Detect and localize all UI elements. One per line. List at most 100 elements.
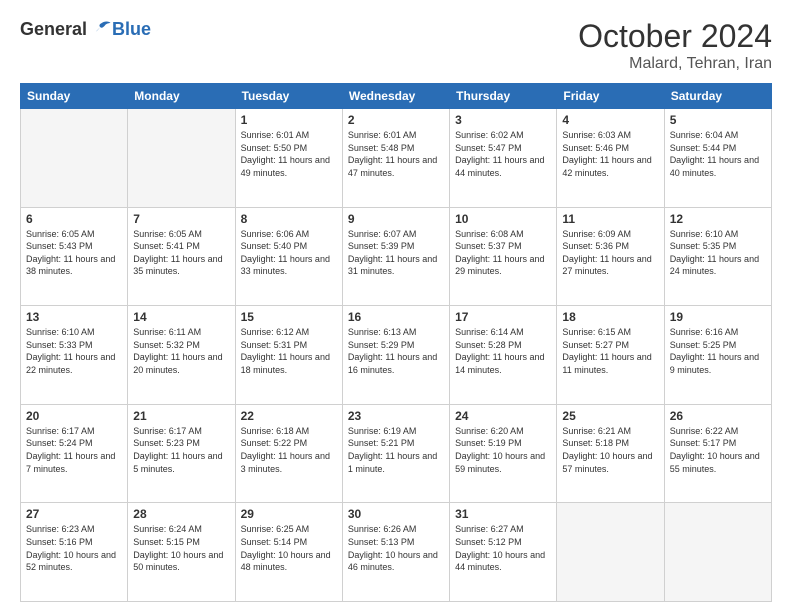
- day-info: Sunrise: 6:15 AMSunset: 5:27 PMDaylight:…: [562, 326, 658, 376]
- calendar-cell: [664, 503, 771, 602]
- day-number: 1: [241, 113, 337, 127]
- weekday-header-friday: Friday: [557, 84, 664, 109]
- calendar-cell: 19 Sunrise: 6:16 AMSunset: 5:25 PMDayligh…: [664, 306, 771, 405]
- calendar-cell: 8Sunrise: 6:06 AMSunset: 5:40 PMDaylight…: [235, 207, 342, 306]
- day-info: Sunrise: 6:02 AMSunset: 5:47 PMDaylight:…: [455, 129, 551, 179]
- calendar: SundayMondayTuesdayWednesdayThursdayFrid…: [20, 83, 772, 602]
- day-info: Sunrise: 6:10 AMSunset: 5:33 PMDaylight:…: [26, 326, 122, 376]
- location-title: Malard, Tehran, Iran: [578, 55, 772, 73]
- day-info: Sunrise: 6:21 AMSunset: 5:18 PMDaylight:…: [562, 425, 658, 475]
- day-info: Sunrise: 6:13 AMSunset: 5:29 PMDaylight:…: [348, 326, 444, 376]
- day-info: Sunrise: 6:06 AMSunset: 5:40 PMDaylight:…: [241, 228, 337, 278]
- calendar-cell: 3 Sunrise: 6:02 AMSunset: 5:47 PMDaylight…: [450, 109, 557, 208]
- day-info: Sunrise: 6:20 AMSunset: 5:19 PMDaylight:…: [455, 425, 551, 475]
- week-row-5: 27Sunrise: 6:23 AMSunset: 5:16 PMDayligh…: [21, 503, 772, 602]
- calendar-cell: 26 Sunrise: 6:22 AMSunset: 5:17 PMDayligh…: [664, 404, 771, 503]
- day-info: Sunrise: 6:18 AMSunset: 5:22 PMDaylight:…: [241, 425, 337, 475]
- calendar-cell: 23 Sunrise: 6:19 AMSunset: 5:21 PMDayligh…: [342, 404, 449, 503]
- day-info: Sunrise: 6:22 AMSunset: 5:17 PMDaylight:…: [670, 425, 766, 475]
- calendar-cell: 13Sunrise: 6:10 AMSunset: 5:33 PMDayligh…: [21, 306, 128, 405]
- day-number: 9: [348, 212, 444, 226]
- day-info: Sunrise: 6:05 AMSunset: 5:41 PMDaylight:…: [133, 228, 229, 278]
- day-number: 12: [670, 212, 766, 226]
- calendar-cell: [557, 503, 664, 602]
- week-row-1: 1 Sunrise: 6:01 AMSunset: 5:50 PMDaylight…: [21, 109, 772, 208]
- day-number: 30: [348, 507, 444, 521]
- day-info: Sunrise: 6:09 AMSunset: 5:36 PMDaylight:…: [562, 228, 658, 278]
- day-number: 2: [348, 113, 444, 127]
- day-info: Sunrise: 6:14 AMSunset: 5:28 PMDaylight:…: [455, 326, 551, 376]
- day-info: Sunrise: 6:16 AMSunset: 5:25 PMDaylight:…: [670, 326, 766, 376]
- calendar-cell: 5 Sunrise: 6:04 AMSunset: 5:44 PMDaylight…: [664, 109, 771, 208]
- day-number: 18: [562, 310, 658, 324]
- day-info: Sunrise: 6:01 AMSunset: 5:50 PMDaylight:…: [241, 129, 337, 179]
- day-number: 11: [562, 212, 658, 226]
- calendar-cell: 12 Sunrise: 6:10 AMSunset: 5:35 PMDayligh…: [664, 207, 771, 306]
- calendar-cell: 16 Sunrise: 6:13 AMSunset: 5:29 PMDayligh…: [342, 306, 449, 405]
- week-row-3: 13Sunrise: 6:10 AMSunset: 5:33 PMDayligh…: [21, 306, 772, 405]
- page: General Blue October 2024 Malard, Tehran…: [0, 0, 792, 612]
- day-info: Sunrise: 6:10 AMSunset: 5:35 PMDaylight:…: [670, 228, 766, 278]
- month-title: October 2024: [578, 18, 772, 55]
- calendar-cell: 29Sunrise: 6:25 AMSunset: 5:14 PMDayligh…: [235, 503, 342, 602]
- day-number: 4: [562, 113, 658, 127]
- calendar-cell: 25 Sunrise: 6:21 AMSunset: 5:18 PMDayligh…: [557, 404, 664, 503]
- calendar-cell: 31Sunrise: 6:27 AMSunset: 5:12 PMDayligh…: [450, 503, 557, 602]
- day-number: 28: [133, 507, 229, 521]
- logo-blue: Blue: [112, 19, 151, 40]
- calendar-cell: 6Sunrise: 6:05 AMSunset: 5:43 PMDaylight…: [21, 207, 128, 306]
- calendar-cell: 21Sunrise: 6:17 AMSunset: 5:23 PMDayligh…: [128, 404, 235, 503]
- logo-bird-icon: [90, 18, 112, 40]
- day-info: Sunrise: 6:07 AMSunset: 5:39 PMDaylight:…: [348, 228, 444, 278]
- day-number: 26: [670, 409, 766, 423]
- calendar-cell: 18 Sunrise: 6:15 AMSunset: 5:27 PMDayligh…: [557, 306, 664, 405]
- calendar-cell: 11 Sunrise: 6:09 AMSunset: 5:36 PMDayligh…: [557, 207, 664, 306]
- day-info: Sunrise: 6:08 AMSunset: 5:37 PMDaylight:…: [455, 228, 551, 278]
- day-info: Sunrise: 6:17 AMSunset: 5:24 PMDaylight:…: [26, 425, 122, 475]
- title-block: October 2024 Malard, Tehran, Iran: [578, 18, 772, 73]
- logo-text: General Blue: [20, 18, 151, 40]
- day-info: Sunrise: 6:12 AMSunset: 5:31 PMDaylight:…: [241, 326, 337, 376]
- day-number: 27: [26, 507, 122, 521]
- calendar-cell: 10 Sunrise: 6:08 AMSunset: 5:37 PMDayligh…: [450, 207, 557, 306]
- day-number: 29: [241, 507, 337, 521]
- calendar-cell: 4Sunrise: 6:03 AMSunset: 5:46 PMDaylight…: [557, 109, 664, 208]
- calendar-cell: 28Sunrise: 6:24 AMSunset: 5:15 PMDayligh…: [128, 503, 235, 602]
- day-number: 16: [348, 310, 444, 324]
- logo-general: General: [20, 19, 87, 40]
- day-number: 19: [670, 310, 766, 324]
- day-number: 7: [133, 212, 229, 226]
- calendar-cell: [21, 109, 128, 208]
- calendar-cell: 24 Sunrise: 6:20 AMSunset: 5:19 PMDayligh…: [450, 404, 557, 503]
- day-number: 5: [670, 113, 766, 127]
- day-number: 3: [455, 113, 551, 127]
- weekday-header-tuesday: Tuesday: [235, 84, 342, 109]
- day-number: 10: [455, 212, 551, 226]
- day-number: 15: [241, 310, 337, 324]
- calendar-cell: 20 Sunrise: 6:17 AMSunset: 5:24 PMDayligh…: [21, 404, 128, 503]
- calendar-cell: 30Sunrise: 6:26 AMSunset: 5:13 PMDayligh…: [342, 503, 449, 602]
- day-info: Sunrise: 6:27 AMSunset: 5:12 PMDaylight:…: [455, 523, 551, 573]
- weekday-header-sunday: Sunday: [21, 84, 128, 109]
- week-row-4: 20 Sunrise: 6:17 AMSunset: 5:24 PMDayligh…: [21, 404, 772, 503]
- week-row-2: 6Sunrise: 6:05 AMSunset: 5:43 PMDaylight…: [21, 207, 772, 306]
- calendar-cell: 27Sunrise: 6:23 AMSunset: 5:16 PMDayligh…: [21, 503, 128, 602]
- day-number: 23: [348, 409, 444, 423]
- day-info: Sunrise: 6:04 AMSunset: 5:44 PMDaylight:…: [670, 129, 766, 179]
- calendar-cell: 9 Sunrise: 6:07 AMSunset: 5:39 PMDaylight…: [342, 207, 449, 306]
- weekday-header-row: SundayMondayTuesdayWednesdayThursdayFrid…: [21, 84, 772, 109]
- calendar-cell: 14Sunrise: 6:11 AMSunset: 5:32 PMDayligh…: [128, 306, 235, 405]
- day-info: Sunrise: 6:01 AMSunset: 5:48 PMDaylight:…: [348, 129, 444, 179]
- day-info: Sunrise: 6:19 AMSunset: 5:21 PMDaylight:…: [348, 425, 444, 475]
- calendar-cell: 7 Sunrise: 6:05 AMSunset: 5:41 PMDaylight…: [128, 207, 235, 306]
- calendar-cell: 15 Sunrise: 6:12 AMSunset: 5:31 PMDayligh…: [235, 306, 342, 405]
- day-number: 17: [455, 310, 551, 324]
- day-info: Sunrise: 6:17 AMSunset: 5:23 PMDaylight:…: [133, 425, 229, 475]
- day-number: 20: [26, 409, 122, 423]
- day-number: 24: [455, 409, 551, 423]
- weekday-header-wednesday: Wednesday: [342, 84, 449, 109]
- header: General Blue October 2024 Malard, Tehran…: [20, 18, 772, 73]
- calendar-cell: 1 Sunrise: 6:01 AMSunset: 5:50 PMDaylight…: [235, 109, 342, 208]
- day-number: 25: [562, 409, 658, 423]
- day-info: Sunrise: 6:05 AMSunset: 5:43 PMDaylight:…: [26, 228, 122, 278]
